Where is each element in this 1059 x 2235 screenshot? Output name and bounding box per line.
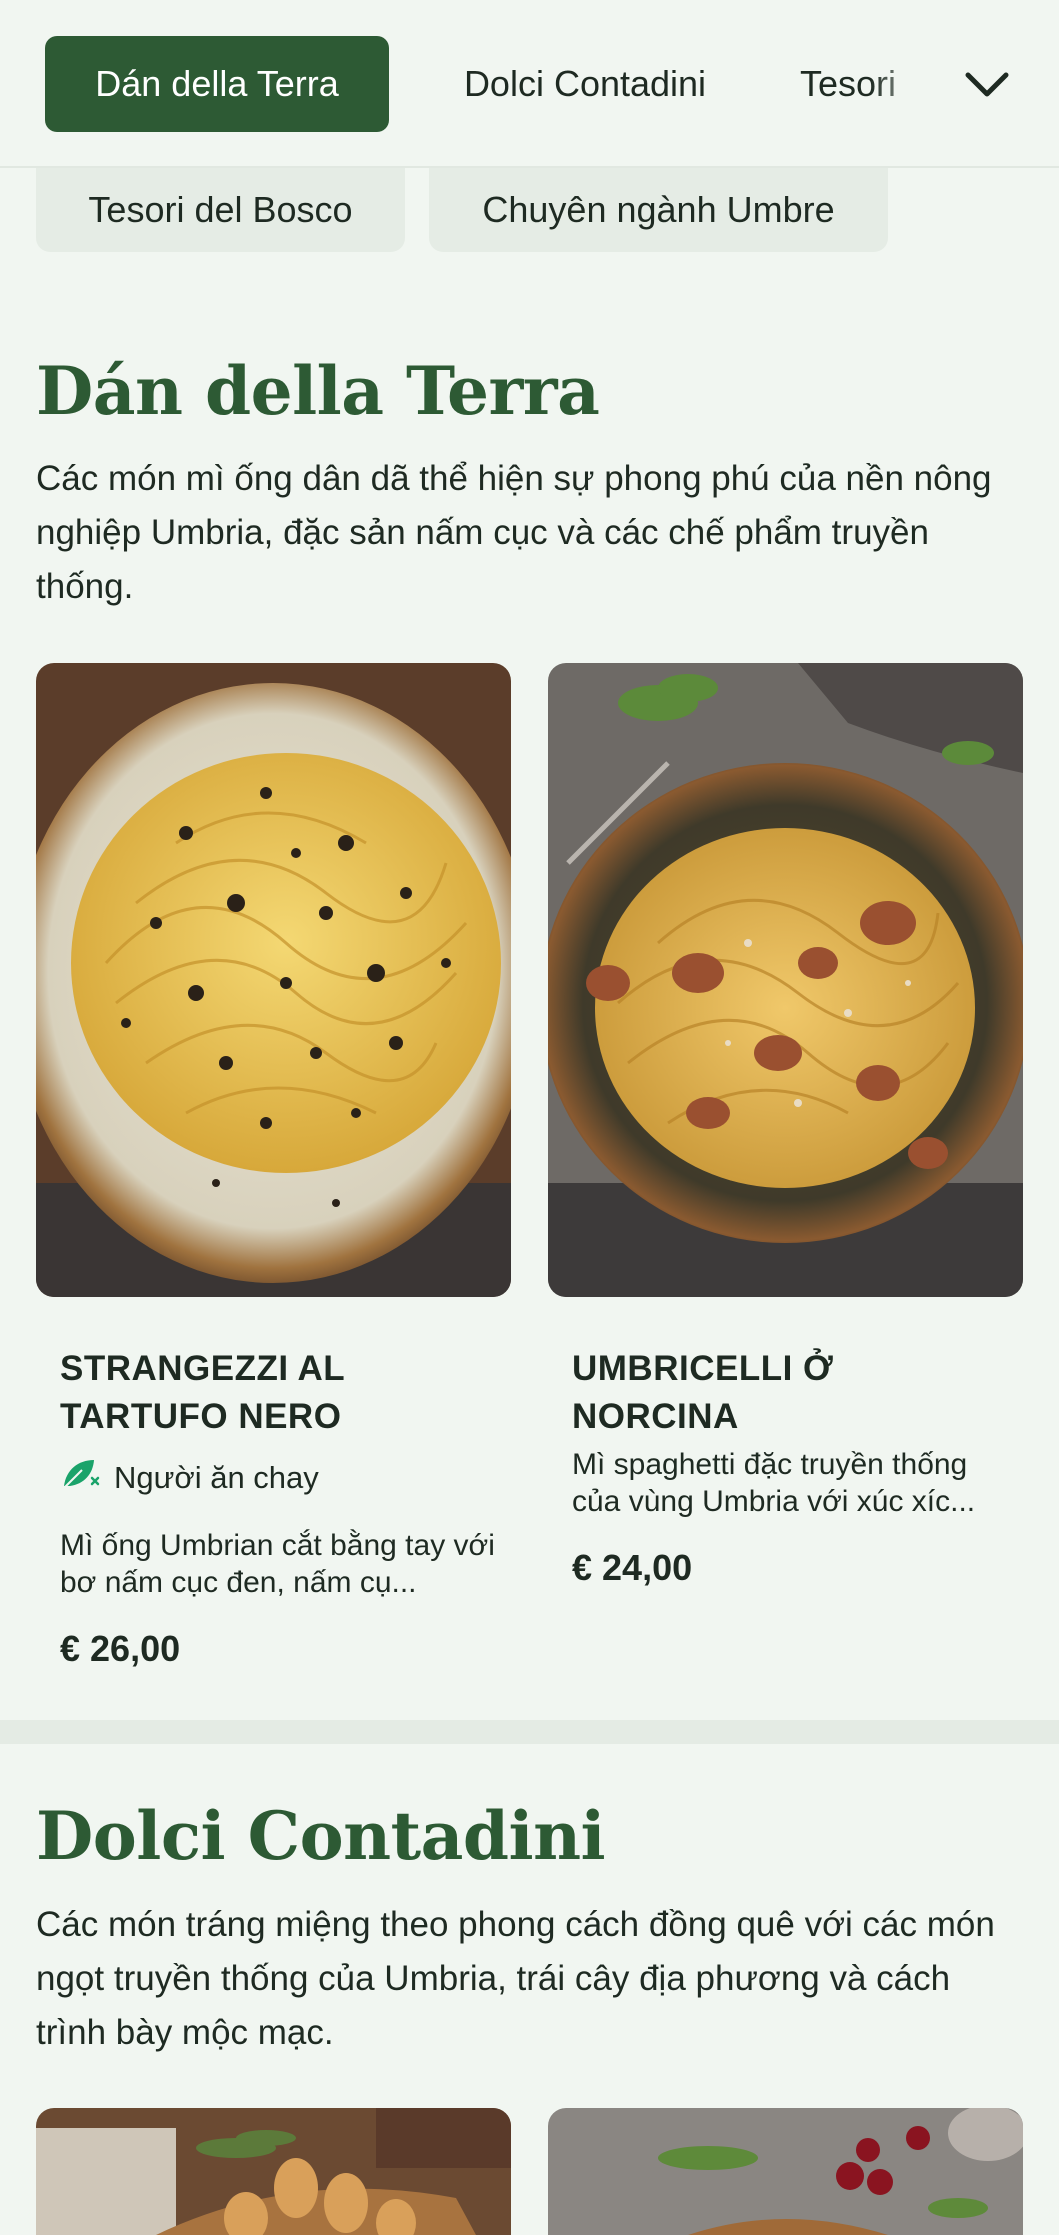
- dish-image-dessert-1[interactable]: [36, 2108, 511, 2235]
- item-description: Mì spaghetti đặc truyền thống của vùng U…: [572, 1448, 976, 1518]
- vegetarian-label: Người ăn chay: [114, 1460, 319, 1495]
- tab-dan-della-terra[interactable]: Dán della Terra: [45, 36, 389, 132]
- vegetarian-tag: Người ăn chay: [60, 1456, 319, 1500]
- chip-chuyen-nganh-umbre[interactable]: Chuyên ngành Umbre: [429, 168, 888, 252]
- item-price: € 24,00: [572, 1547, 693, 1588]
- item-name[interactable]: STRANGEZZI AL TARTUFO NERO: [60, 1345, 480, 1441]
- section-description: Các món mì ống dân dã thể hiện sự phong …: [36, 459, 992, 606]
- tab-dolci-contadini[interactable]: Dolci Contadini: [430, 36, 740, 132]
- vegetarian-leaf-icon: [60, 1456, 102, 1500]
- item-name[interactable]: UMBRICELLI Ở NORCINA: [572, 1345, 992, 1441]
- section-description: Các món tráng miệng theo phong cách đồng…: [36, 1905, 995, 2052]
- item-description: Mì ống Umbrian cắt bằng tay với bơ nấm c…: [60, 1529, 495, 1599]
- section-divider: [0, 1720, 1059, 1744]
- dish-image-strangozzi[interactable]: [36, 663, 511, 1297]
- category-nav: Dán della Terra Dolci Contadini Tesori: [0, 0, 1059, 168]
- dish-image-umbricelli[interactable]: [548, 663, 1023, 1297]
- section-title: Dán della Terra: [36, 352, 600, 430]
- chevron-down-icon[interactable]: [960, 58, 1014, 112]
- tab-fade-overlay: [870, 36, 960, 132]
- item-price: € 26,00: [60, 1628, 181, 1669]
- chip-tesori-del-bosco[interactable]: Tesori del Bosco: [36, 168, 405, 252]
- section-title: Dolci Contadini: [36, 1797, 606, 1875]
- dish-image-dessert-2[interactable]: [548, 2108, 1023, 2235]
